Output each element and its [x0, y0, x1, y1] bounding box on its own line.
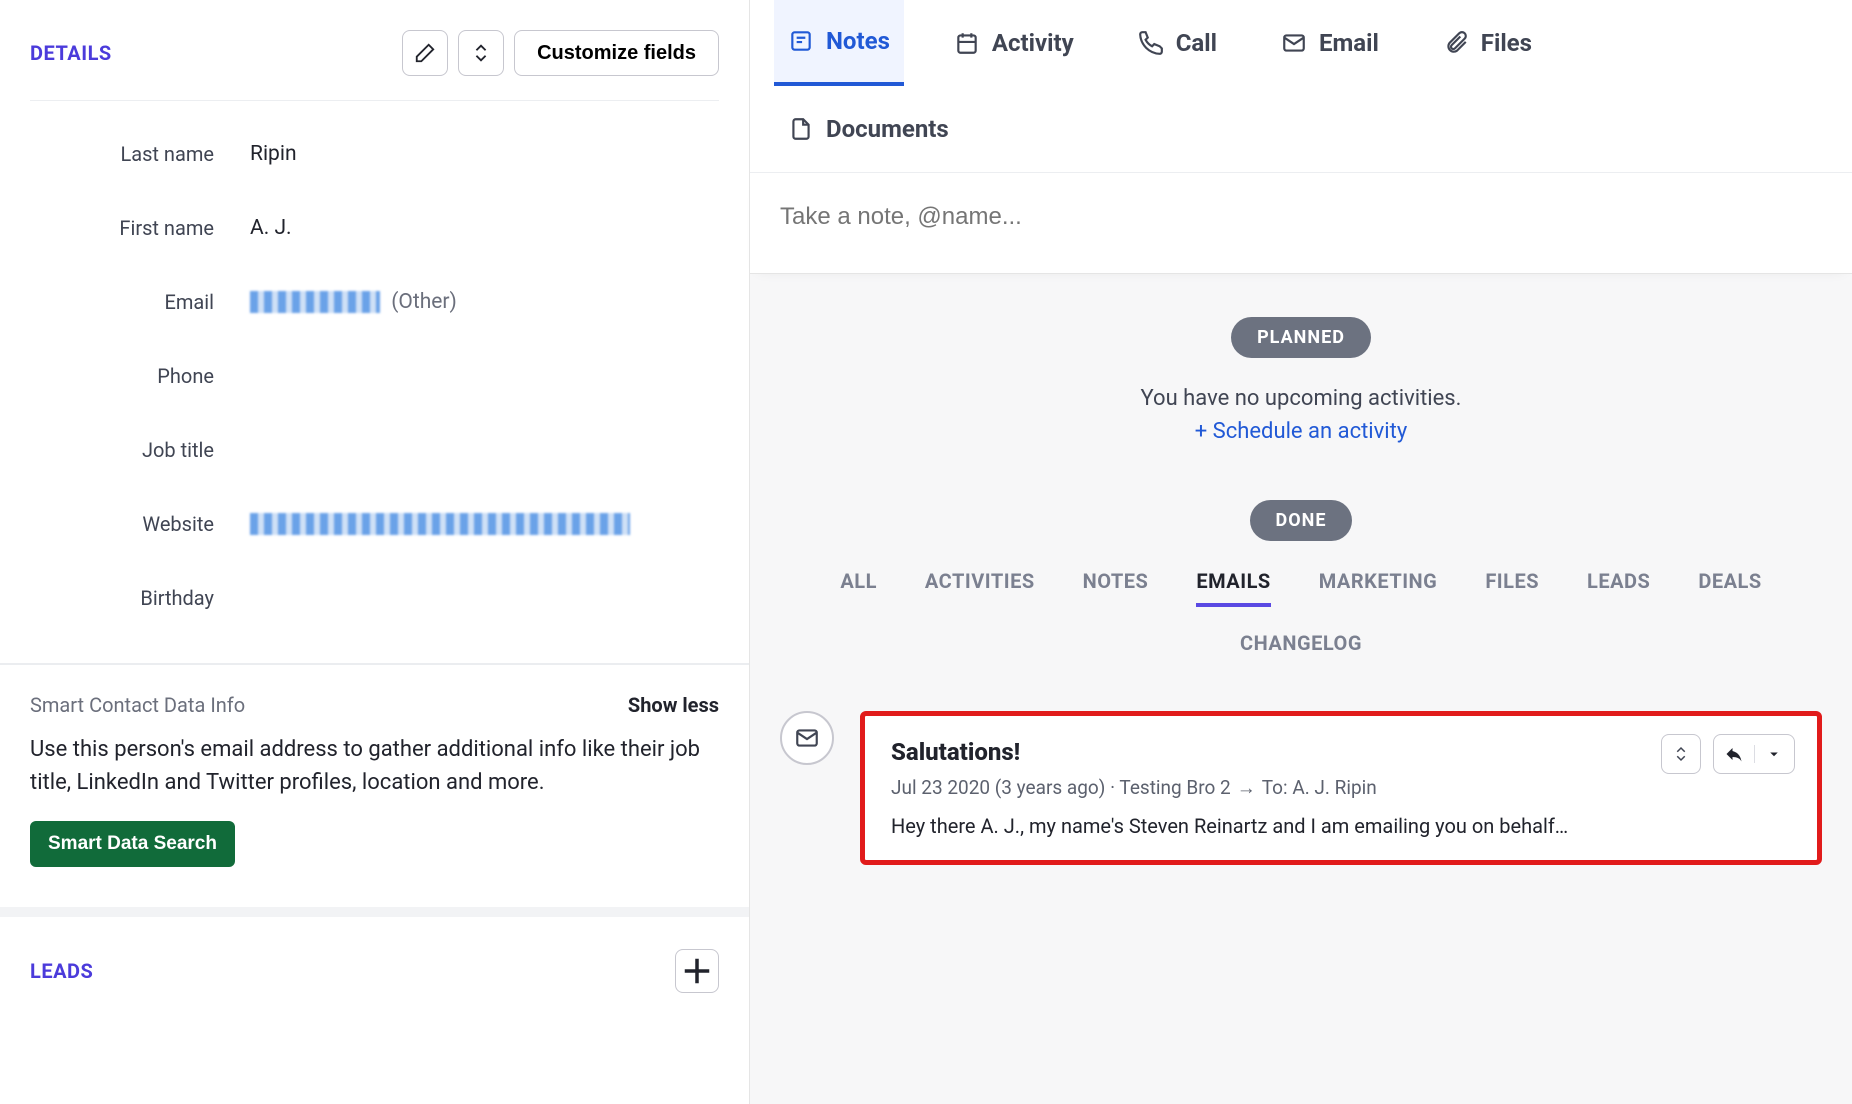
email-date: Jul 23 2020 (3 years ago)	[891, 776, 1105, 799]
smart-data-heading: Smart Contact Data Info	[30, 693, 245, 717]
tab-label: Notes	[826, 27, 890, 55]
website-value[interactable]	[250, 512, 630, 536]
tab-email[interactable]: Email	[1267, 0, 1393, 86]
chevron-updown-icon	[470, 42, 492, 64]
email-to-label: To:	[1262, 776, 1288, 799]
email-subject: Salutations!	[891, 738, 1791, 766]
filter-marketing[interactable]: MARKETING	[1319, 569, 1438, 607]
filter-activities[interactable]: ACTIVITIES	[925, 569, 1035, 607]
details-heading: DETAILS	[30, 41, 112, 65]
email-from: Testing Bro 2	[1119, 776, 1230, 799]
redacted-email	[250, 291, 380, 313]
last-name-value[interactable]: Ripin	[250, 142, 297, 166]
filter-all[interactable]: ALL	[840, 569, 877, 607]
tab-label: Files	[1481, 29, 1532, 57]
tab-files[interactable]: Files	[1429, 0, 1546, 86]
email-card[interactable]: Salutations! Jul 23 2020 (3 years ago) ·…	[860, 711, 1822, 865]
schedule-activity-link[interactable]: + Schedule an activity	[780, 419, 1822, 444]
note-input[interactable]	[780, 203, 1822, 231]
pencil-icon	[414, 42, 436, 64]
email-value[interactable]: (Other)	[250, 290, 457, 314]
smart-data-description: Use this person's email address to gathe…	[30, 733, 719, 799]
no-activities-text: You have no upcoming activities.	[780, 386, 1822, 411]
chevron-updown-icon	[1672, 745, 1690, 763]
email-reply-split-button[interactable]	[1713, 734, 1795, 774]
email-type-tag: (Other)	[391, 290, 457, 314]
expand-collapse-button[interactable]	[458, 30, 504, 76]
tab-activity[interactable]: Activity	[940, 0, 1088, 86]
filter-deals[interactable]: DEALS	[1698, 569, 1761, 607]
tab-label: Call	[1176, 29, 1217, 57]
filter-changelog[interactable]: CHANGELOG	[1240, 631, 1362, 665]
envelope-icon	[1281, 30, 1307, 56]
paperclip-icon	[1443, 30, 1469, 56]
smart-data-search-button[interactable]: Smart Data Search	[30, 821, 235, 867]
email-preview: Hey there A. J., my name's Steven Reinar…	[891, 814, 1791, 838]
email-to: A. J. Ripin	[1292, 776, 1376, 799]
add-lead-button[interactable]	[675, 949, 719, 993]
website-label: Website	[30, 512, 250, 536]
note-icon	[788, 28, 814, 54]
calendar-icon	[954, 30, 980, 56]
email-meta: Jul 23 2020 (3 years ago) · Testing Bro …	[891, 776, 1791, 800]
first-name-label: First name	[30, 216, 250, 240]
phone-label: Phone	[30, 364, 250, 388]
email-expand-button[interactable]	[1661, 734, 1701, 774]
plus-icon	[676, 950, 718, 992]
filter-leads[interactable]: LEADS	[1587, 569, 1650, 607]
show-less-toggle[interactable]: Show less	[628, 693, 719, 717]
caret-down-icon	[1765, 745, 1783, 763]
filter-files[interactable]: FILES	[1485, 569, 1539, 607]
last-name-label: Last name	[30, 142, 250, 166]
email-label: Email	[30, 290, 250, 314]
filter-notes[interactable]: NOTES	[1083, 569, 1149, 607]
tab-label: Email	[1319, 29, 1379, 57]
envelope-icon	[794, 725, 820, 751]
document-icon	[788, 116, 814, 142]
email-timeline-icon	[780, 711, 834, 765]
planned-pill: PLANNED	[1231, 317, 1371, 358]
reply-button[interactable]	[1714, 745, 1755, 763]
edit-button[interactable]	[402, 30, 448, 76]
tab-documents[interactable]: Documents	[774, 86, 963, 172]
phone-icon	[1138, 30, 1164, 56]
birthday-label: Birthday	[30, 586, 250, 610]
redacted-website	[250, 513, 630, 535]
tab-call[interactable]: Call	[1124, 0, 1231, 86]
tab-notes[interactable]: Notes	[774, 0, 904, 86]
customize-fields-button[interactable]: Customize fields	[514, 30, 719, 76]
filter-emails[interactable]: EMAILS	[1196, 569, 1270, 607]
tab-label: Documents	[826, 115, 949, 143]
reply-dropdown[interactable]	[1755, 745, 1795, 763]
done-pill: DONE	[1250, 500, 1353, 541]
reply-icon	[1725, 745, 1743, 763]
job-title-label: Job title	[30, 438, 250, 462]
leads-heading: LEADS	[30, 959, 93, 983]
tab-label: Activity	[992, 29, 1074, 57]
first-name-value[interactable]: A. J.	[250, 216, 292, 240]
